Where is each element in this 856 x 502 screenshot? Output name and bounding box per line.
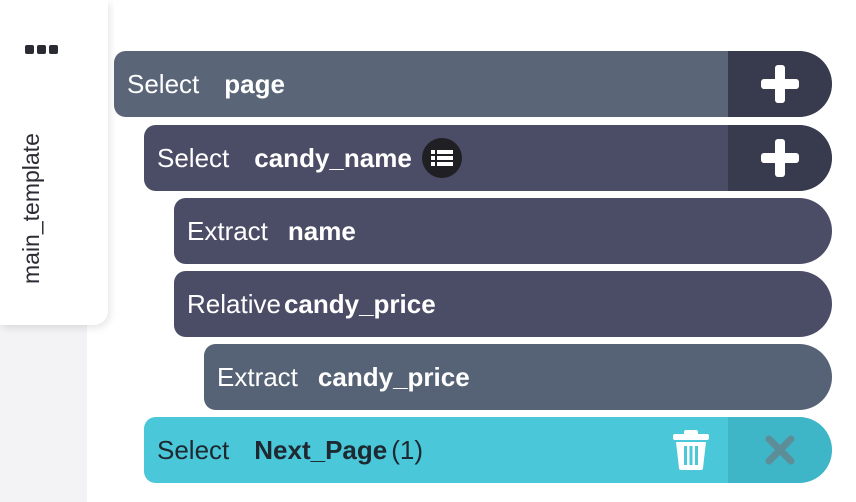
- dots-icon[interactable]: [25, 45, 58, 54]
- node-relative-candy-price[interactable]: Relative candy_price: [174, 271, 832, 337]
- node-select-page[interactable]: Select page: [114, 51, 832, 117]
- node-extract-name[interactable]: Extract name: [174, 198, 832, 264]
- close-icon: [765, 435, 795, 465]
- template-tab[interactable]: main_template: [0, 0, 108, 325]
- node-name: Next_Page: [254, 434, 388, 465]
- template-title: main_template: [18, 133, 44, 284]
- node-name: candy_price: [317, 361, 470, 392]
- node-keyword: Relative: [187, 288, 281, 319]
- node-name: candy_price: [283, 288, 436, 319]
- add-button[interactable]: [728, 51, 832, 117]
- delete-button[interactable]: [728, 417, 832, 483]
- node-name: candy_name: [254, 142, 412, 173]
- add-button[interactable]: [728, 125, 832, 191]
- node-name: name: [287, 215, 356, 246]
- node-select-candy-name[interactable]: Select candy_name: [144, 125, 832, 191]
- node-extract-candy-price[interactable]: Extract candy_price: [204, 344, 832, 410]
- node-keyword: Extract: [217, 361, 298, 392]
- trash-icon[interactable]: [672, 430, 710, 470]
- node-keyword: Select: [157, 142, 230, 173]
- node-keyword: Extract: [187, 215, 268, 246]
- node-keyword: Select: [157, 434, 230, 465]
- node-keyword: Select: [127, 68, 200, 99]
- plus-icon: [761, 139, 799, 177]
- node-name: page: [224, 68, 285, 99]
- left-panel-shade: [0, 318, 87, 502]
- node-count: (1): [391, 434, 424, 465]
- node-select-next-page[interactable]: Select Next_Page (1): [144, 417, 832, 483]
- main-top-bar: [114, 0, 856, 42]
- plus-icon: [761, 65, 799, 103]
- list-icon[interactable]: [421, 138, 462, 178]
